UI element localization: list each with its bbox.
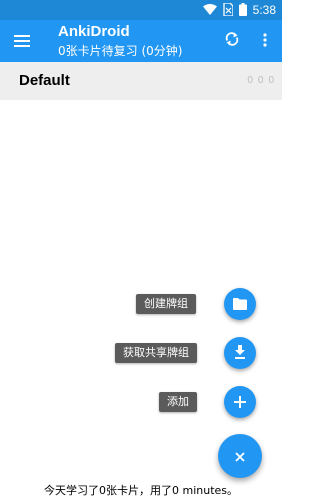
deck-new-count: 0 (247, 75, 253, 86)
deck-name: Default (19, 72, 70, 89)
download-icon (234, 344, 246, 363)
add-note-button[interactable] (224, 386, 256, 418)
menu-icon (14, 32, 30, 51)
sync-button[interactable] (220, 29, 244, 53)
toolbar: AnkiDroid 0张卡片待复习 (0分钟) (0, 20, 282, 62)
status-bar: 5:38 (0, 0, 282, 20)
deck-learn-count: 0 (257, 75, 264, 86)
menu-button[interactable] (10, 29, 34, 53)
create-deck-button[interactable] (224, 288, 256, 320)
more-vert-icon (263, 32, 267, 51)
get-shared-decks-button[interactable] (224, 337, 256, 369)
plus-icon (234, 393, 246, 412)
status-icons: 5:38 (202, 1, 276, 20)
sim-no-signal-icon (222, 1, 234, 20)
app-title: AnkiDroid (58, 23, 130, 40)
add-note-label[interactable]: 添加 (159, 392, 197, 412)
status-time: 5:38 (252, 3, 276, 17)
create-deck-label[interactable]: 创建牌组 (136, 294, 196, 314)
sync-icon (224, 31, 240, 51)
overflow-menu-button[interactable] (253, 29, 277, 53)
close-icon (235, 447, 245, 466)
study-summary: 今天学习了0张卡片，用了0 minutes。 (43, 484, 239, 497)
deck-counts: 0 0 0 (247, 75, 274, 86)
deck-review-count: 0 (268, 75, 274, 86)
folder-icon (233, 295, 247, 314)
get-shared-decks-label[interactable]: 获取共享牌组 (115, 343, 197, 363)
app-subtitle: 0张卡片待复习 (0分钟) (58, 44, 183, 58)
deck-row[interactable]: Default 0 0 0 (0, 62, 282, 100)
wifi-icon (202, 1, 217, 20)
fab-main-button[interactable] (218, 434, 262, 478)
battery-icon (238, 1, 247, 20)
